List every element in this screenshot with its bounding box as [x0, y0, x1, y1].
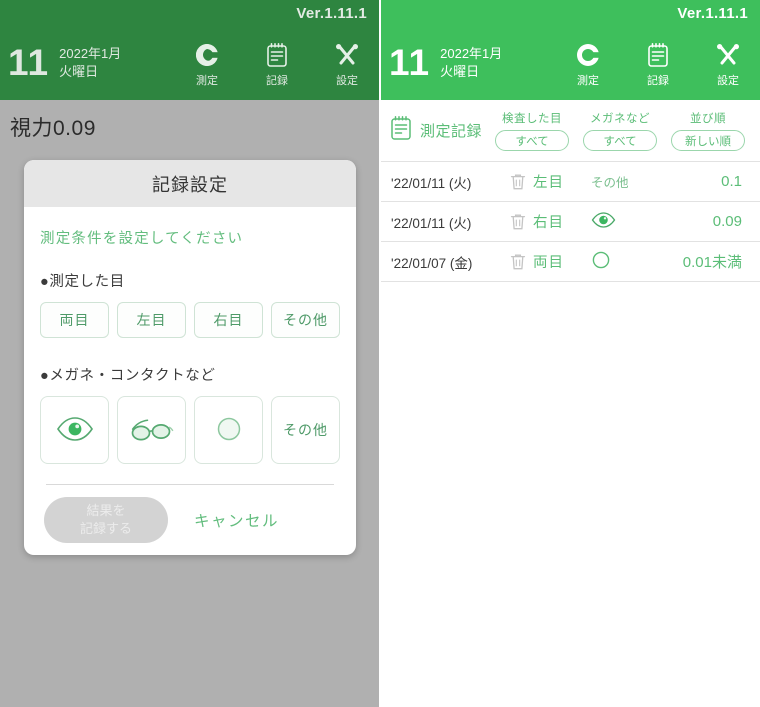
glasses-icon: [129, 415, 175, 446]
dialog-footer: 結果を 記録する キャンセル: [24, 485, 356, 555]
record-date: '22/01/11 (火): [391, 215, 472, 231]
month-year-label: 2022年1月: [440, 45, 503, 61]
nav-item-measure[interactable]: 測定: [181, 40, 233, 88]
filter-sort-caption: 並び順: [690, 113, 727, 125]
record-condition: [591, 212, 669, 231]
table-row[interactable]: '22/01/07 (金) 両目 0.01未満: [381, 242, 760, 282]
filter-glasses: メガネなど すべて: [576, 110, 664, 151]
nav-item-records[interactable]: 記録: [632, 40, 684, 88]
day-number: 11: [389, 42, 431, 83]
save-button-line2: 記録する: [79, 521, 132, 536]
record-condition-label: その他: [591, 176, 629, 190]
glasses-option-naked-eye[interactable]: [40, 396, 109, 464]
notepad-icon: [389, 115, 413, 147]
naked-eye-icon: [591, 212, 617, 231]
eye-option-left[interactable]: 左目: [117, 302, 186, 338]
delete-icon[interactable]: [503, 213, 533, 231]
delete-icon[interactable]: [503, 173, 533, 191]
app-header-right: Ver.1.11.1 11 2022年1月 火曜日 測定 記録 設定: [381, 0, 760, 100]
record-condition: その他: [591, 172, 669, 191]
records-title: 測定記録: [389, 115, 482, 147]
records-title-label: 測定記録: [420, 123, 483, 140]
record-eye: 右目: [533, 215, 564, 231]
naked-eye-icon: [55, 416, 95, 445]
eye-option-both[interactable]: 両目: [40, 302, 109, 338]
notepad-icon: [265, 40, 289, 70]
header-nav-left: 測定 記録 設定: [181, 40, 373, 88]
glasses-option-glasses[interactable]: [117, 396, 186, 464]
record-value: 0.09: [712, 213, 742, 230]
record-eye: 左目: [533, 175, 564, 191]
landolt-c-icon: [194, 40, 220, 70]
date-text: 2022年1月 火曜日: [440, 45, 502, 80]
filter-eye: 検査した目 すべて: [488, 110, 576, 151]
nav-label-settings: 設定: [717, 75, 739, 87]
record-condition: [591, 250, 669, 273]
version-label: Ver.1.11.1: [296, 5, 367, 22]
dialog-title: 記録設定: [24, 160, 356, 207]
record-value: 0.01未満: [682, 254, 742, 271]
month-year-label: 2022年1月: [59, 45, 122, 61]
eye-option-right[interactable]: 右目: [194, 302, 263, 338]
glasses-option-other[interactable]: その他: [271, 396, 340, 464]
record-value: 0.1: [721, 173, 742, 190]
notepad-icon: [646, 40, 670, 70]
record-date: '22/01/11 (火): [391, 175, 472, 191]
nav-item-settings[interactable]: 設定: [321, 40, 373, 88]
screenshot-pair: Ver.1.11.1 11 2022年1月 火曜日 測定 記録 設定 視力0.0…: [0, 0, 760, 707]
app-header-left: Ver.1.11.1 11 2022年1月 火曜日 測定 記録 設定: [0, 0, 379, 100]
nav-item-measure[interactable]: 測定: [562, 40, 614, 88]
nav-label-measure: 測定: [196, 75, 218, 87]
table-row[interactable]: '22/01/11 (火) 左目 その他 0.1: [381, 162, 760, 202]
nav-item-settings[interactable]: 設定: [702, 40, 754, 88]
save-button-line1: 結果を: [86, 503, 126, 519]
filter-eye-select[interactable]: すべて: [495, 130, 570, 151]
contact-lens-icon: [591, 250, 611, 273]
nav-label-settings: 設定: [336, 75, 358, 87]
delete-icon[interactable]: [503, 253, 533, 271]
filter-eye-caption: 検査した目: [502, 113, 563, 125]
vision-result-label: 視力0.09: [10, 117, 96, 140]
weekday-label: 火曜日: [59, 63, 99, 79]
records-filter-bar: 測定記録 検査した目 すべて メガネなど すべて 並び順 新しい順: [381, 100, 760, 162]
glasses-option-contact-lens[interactable]: [194, 396, 263, 464]
date-display: 11 2022年1月 火曜日: [389, 44, 502, 81]
table-row[interactable]: '22/01/11 (火) 右目 0.09: [381, 202, 760, 242]
eye-option-group: 両目 左目 右目 その他: [40, 302, 340, 338]
date-display: 11 2022年1月 火曜日: [8, 44, 121, 81]
day-number: 11: [8, 42, 50, 83]
record-settings-dialog: 記録設定 測定条件を設定してください ●測定した目 両目 左目 右目 その他 ●…: [24, 160, 356, 555]
dialog-instruction: 測定条件を設定してください: [40, 231, 244, 247]
filter-glasses-caption: メガネなど: [590, 113, 651, 125]
eye-option-other[interactable]: その他: [271, 302, 340, 338]
record-date: '22/01/07 (金): [391, 255, 473, 271]
filter-sort: 並び順 新しい順: [664, 110, 752, 151]
contact-lens-icon: [214, 414, 244, 447]
filter-glasses-select[interactable]: すべて: [583, 130, 658, 151]
eye-section-label: ●測定した目: [40, 274, 125, 290]
save-result-button[interactable]: 結果を 記録する: [44, 497, 168, 543]
header-nav-right: 測定 記録 設定: [562, 40, 754, 88]
tools-icon: [715, 40, 741, 70]
nav-item-records[interactable]: 記録: [251, 40, 303, 88]
nav-label-records: 記録: [266, 75, 288, 87]
weekday-label: 火曜日: [440, 63, 480, 79]
left-screen: Ver.1.11.1 11 2022年1月 火曜日 測定 記録 設定 視力0.0…: [0, 0, 379, 707]
record-eye: 両目: [533, 255, 564, 271]
filter-sort-select[interactable]: 新しい順: [671, 130, 746, 151]
nav-label-records: 記録: [647, 75, 669, 87]
version-label: Ver.1.11.1: [677, 5, 748, 22]
dialog-body: 測定条件を設定してください ●測定した目 両目 左目 右目 その他 ●メガネ・コ…: [24, 207, 356, 485]
glasses-section-label: ●メガネ・コンタクトなど: [40, 368, 216, 384]
landolt-c-icon: [575, 40, 601, 70]
tools-icon: [334, 40, 360, 70]
date-text: 2022年1月 火曜日: [59, 45, 121, 80]
records-list: '22/01/11 (火) 左目 その他 0.1 '22/01/11 (火) 右…: [381, 162, 760, 282]
nav-label-measure: 測定: [577, 75, 599, 87]
cancel-button[interactable]: キャンセル: [194, 509, 279, 531]
glasses-option-group: その他: [40, 396, 340, 464]
right-screen: Ver.1.11.1 11 2022年1月 火曜日 測定 記録 設定 測定記録 …: [379, 0, 760, 707]
